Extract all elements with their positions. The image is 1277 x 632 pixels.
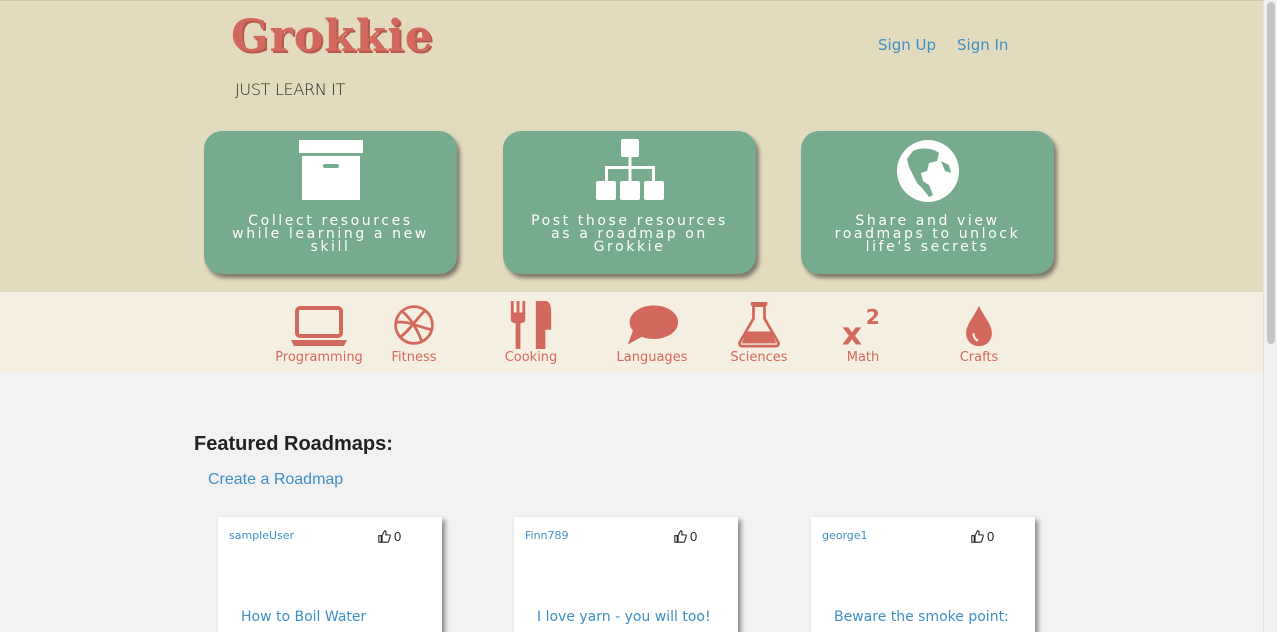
like-button[interactable]: 0 bbox=[971, 529, 994, 544]
category-fitness[interactable]: Fitness bbox=[389, 300, 439, 368]
category-languages[interactable]: Languages bbox=[616, 300, 688, 368]
like-count: 0 bbox=[394, 529, 402, 544]
superscript-icon: x 2 bbox=[842, 305, 880, 350]
svg-text:x: x bbox=[842, 316, 862, 350]
roadmap-title[interactable]: How to Boil Water bbox=[241, 609, 366, 625]
category-programming[interactable]: Programming bbox=[275, 300, 363, 368]
drop-icon bbox=[966, 305, 992, 347]
category-label: Cooking bbox=[504, 350, 558, 365]
card-username[interactable]: george1 bbox=[822, 529, 868, 542]
feature-text: Collect resources while learning a new s… bbox=[232, 213, 429, 255]
feature-text: Post those resources as a roadmap on Gro… bbox=[531, 213, 728, 255]
category-label: Crafts bbox=[959, 350, 999, 365]
roadmap-card[interactable]: george1 0 Beware the smoke point: bbox=[811, 517, 1035, 632]
globe-icon bbox=[896, 140, 959, 202]
roadmap-card[interactable]: sampleUser 0 How to Boil Water bbox=[218, 517, 442, 632]
category-label: Programming bbox=[275, 350, 363, 365]
feature-card-post: Post those resources as a roadmap on Gro… bbox=[503, 131, 756, 274]
hero-header: Grokkie JUST LEARN IT Sign Up Sign In Co… bbox=[0, 0, 1263, 292]
category-label: Math bbox=[846, 350, 880, 365]
category-bar: Programming Fitness Cooking Languages Sc… bbox=[0, 292, 1263, 372]
category-sciences[interactable]: Sciences bbox=[728, 300, 790, 368]
speech-bubble-icon bbox=[627, 305, 679, 345]
like-button[interactable]: 0 bbox=[674, 529, 697, 544]
category-label: Languages bbox=[616, 350, 688, 365]
tagline: JUST LEARN IT bbox=[235, 80, 346, 99]
thumbs-up-icon bbox=[674, 530, 687, 543]
site-logo[interactable]: Grokkie bbox=[231, 11, 434, 62]
feature-card-share: Share and view roadmaps to unlock life's… bbox=[801, 131, 1054, 274]
roadmap-title[interactable]: Beware the smoke point: bbox=[834, 609, 1009, 625]
category-label: Fitness bbox=[391, 350, 437, 365]
basketball-icon bbox=[394, 305, 434, 345]
category-label: Sciences bbox=[730, 350, 788, 365]
main-content: Featured Roadmaps: Create a Roadmap samp… bbox=[0, 372, 1263, 632]
roadmap-card[interactable]: Finn789 0 I love yarn - you will too! bbox=[514, 517, 738, 632]
card-username[interactable]: Finn789 bbox=[525, 529, 569, 542]
scrollbar-thumb[interactable] bbox=[1267, 2, 1275, 344]
sign-up-link[interactable]: Sign Up bbox=[878, 36, 936, 54]
category-crafts[interactable]: Crafts bbox=[956, 300, 1002, 368]
feature-text: Share and view roadmaps to unlock life's… bbox=[834, 213, 1021, 255]
card-username[interactable]: sampleUser bbox=[229, 529, 294, 542]
flask-icon bbox=[738, 302, 780, 348]
laptop-icon bbox=[291, 306, 347, 346]
roadmap-title[interactable]: I love yarn - you will too! bbox=[537, 609, 711, 625]
svg-text:2: 2 bbox=[866, 305, 880, 329]
archive-box-icon bbox=[298, 140, 363, 200]
vertical-scrollbar[interactable] bbox=[1263, 0, 1277, 632]
category-math[interactable]: x 2 Math bbox=[840, 300, 886, 368]
thumbs-up-icon bbox=[378, 530, 391, 543]
featured-roadmaps-heading: Featured Roadmaps: bbox=[194, 433, 393, 455]
category-cooking[interactable]: Cooking bbox=[502, 300, 560, 368]
sitemap-icon bbox=[595, 139, 664, 200]
feature-card-collect: Collect resources while learning a new s… bbox=[204, 131, 457, 274]
create-roadmap-link[interactable]: Create a Roadmap bbox=[208, 471, 343, 489]
like-button[interactable]: 0 bbox=[378, 529, 401, 544]
sign-in-link[interactable]: Sign In bbox=[957, 36, 1008, 54]
like-count: 0 bbox=[690, 529, 698, 544]
fork-knife-icon bbox=[510, 301, 552, 349]
page: Grokkie JUST LEARN IT Sign Up Sign In Co… bbox=[0, 0, 1263, 632]
thumbs-up-icon bbox=[971, 530, 984, 543]
like-count: 0 bbox=[987, 529, 995, 544]
